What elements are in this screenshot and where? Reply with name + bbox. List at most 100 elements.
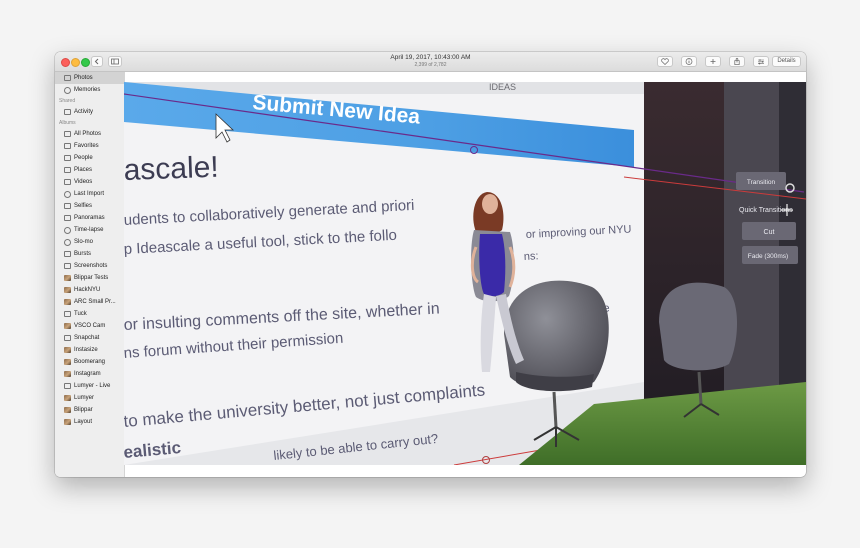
album-thumb-icon bbox=[64, 359, 71, 365]
photo-viewer[interactable]: IDEAS Submit New Idea ascale! udents to … bbox=[124, 82, 806, 465]
sidebar-item-label: Blippar bbox=[74, 407, 93, 413]
sidebar-shared: Activity bbox=[55, 106, 124, 118]
sidebar-item-label: Time-lapse bbox=[74, 227, 104, 233]
info-icon bbox=[685, 58, 693, 65]
ideas-tab-text: IDEAS bbox=[489, 82, 516, 92]
photo-image: IDEAS Submit New Idea ascale! udents to … bbox=[124, 82, 806, 465]
sidebar-item[interactable]: Layout bbox=[55, 416, 124, 428]
fade-option: Fade (300ms) bbox=[748, 253, 788, 260]
sidebar-item[interactable]: VSCO Cam bbox=[55, 320, 124, 332]
sidebar-item[interactable]: Instasize bbox=[55, 344, 124, 356]
heart-icon bbox=[64, 143, 71, 149]
sidebar-item[interactable]: Lumyer bbox=[55, 392, 124, 404]
sidebar-item[interactable]: Blippar bbox=[55, 404, 124, 416]
album-thumb-icon bbox=[64, 299, 71, 305]
burst-icon bbox=[64, 251, 71, 257]
sidebar-shared-header: Shared bbox=[59, 98, 76, 104]
sidebar-item-label: VSCO Cam bbox=[74, 323, 106, 329]
share-button[interactable] bbox=[729, 56, 745, 67]
sidebar-item[interactable]: All Photos bbox=[55, 128, 124, 140]
sidebar-item-label: Slo-mo bbox=[74, 239, 94, 245]
slomo-icon bbox=[64, 238, 71, 246]
sidebar-item[interactable]: Panoramas bbox=[55, 212, 124, 224]
sidebar-item[interactable]: Boomerang bbox=[55, 356, 124, 368]
info-button[interactable] bbox=[681, 56, 697, 67]
cloud-icon bbox=[64, 109, 71, 115]
album-thumb-icon bbox=[64, 371, 71, 377]
sidebar-item[interactable]: Bursts bbox=[55, 248, 124, 260]
sidebar-library: Photos Memories bbox=[55, 72, 124, 96]
sidebar-item-label: Layout bbox=[74, 419, 93, 425]
cut-option: Cut bbox=[764, 229, 775, 236]
favorite-button[interactable] bbox=[657, 56, 673, 67]
sidebar-item[interactable]: Places bbox=[55, 164, 124, 176]
sidebar-item-label: Selfies bbox=[74, 203, 93, 209]
sidebar-item[interactable]: Favorites bbox=[55, 140, 124, 152]
sidebar-item[interactable]: People bbox=[55, 152, 124, 164]
sidebar-item-label: Lumyer bbox=[74, 395, 95, 401]
sidebar-albums: All Photos Favorites People Places Videos Las… bbox=[55, 128, 124, 428]
sidebar-item[interactable]: Videos bbox=[55, 176, 124, 188]
heart-icon bbox=[661, 58, 669, 65]
screenshot-icon bbox=[64, 263, 71, 269]
sidebar-item-label: Favorites bbox=[74, 143, 99, 149]
album-thumb-icon bbox=[64, 347, 71, 353]
sidebar-item[interactable]: Screenshots bbox=[55, 260, 124, 272]
sidebar-item[interactable]: Lumyer - Live bbox=[55, 380, 124, 392]
sidebar-item[interactable]: ARC Small Pr... bbox=[55, 296, 124, 308]
details-button[interactable]: Details bbox=[772, 56, 801, 67]
sidebar-item[interactable]: Instagram bbox=[55, 368, 124, 380]
sidebar-item-label: Instasize bbox=[74, 347, 98, 353]
sidebar-item[interactable]: Memories bbox=[55, 84, 124, 96]
timelapse-icon bbox=[64, 226, 71, 234]
sidebar-item-label: All Photos bbox=[74, 131, 102, 137]
sidebar-item[interactable]: Activity bbox=[55, 106, 124, 118]
album-icon bbox=[64, 335, 71, 341]
sidebar-item[interactable]: Snapchat bbox=[55, 332, 124, 344]
album-icon bbox=[64, 383, 71, 389]
selfie-icon bbox=[64, 203, 71, 209]
sidebar-item-label: Activity bbox=[74, 109, 94, 115]
sidebar-item[interactable]: HackNYU bbox=[55, 284, 124, 296]
album-icon bbox=[64, 131, 71, 137]
memories-icon bbox=[64, 86, 71, 94]
sidebar-item-label: Instagram bbox=[74, 371, 101, 377]
sidebar-item-label: Snapchat bbox=[74, 335, 100, 341]
album-thumb-icon bbox=[64, 419, 71, 425]
sidebar-item-label: Tuck bbox=[74, 311, 87, 317]
add-to-button[interactable] bbox=[705, 56, 721, 67]
plus-icon bbox=[710, 59, 716, 64]
sidebar-item[interactable]: Last Import bbox=[55, 188, 124, 200]
sidebar-item[interactable]: Tuck bbox=[55, 308, 124, 320]
sidebar-item[interactable]: Blippar Tests bbox=[55, 272, 124, 284]
photos-window: April 19, 2017, 10:43:00 AM 2,399 of 2,7… bbox=[55, 52, 806, 477]
sidebar-item-label: ARC Small Pr... bbox=[74, 299, 116, 305]
sidebar-item[interactable]: Time-lapse bbox=[55, 224, 124, 236]
album-thumb-icon bbox=[64, 275, 71, 281]
adjust-icon bbox=[758, 59, 764, 65]
album-icon bbox=[64, 311, 71, 317]
sidebar-item-label: Blippar Tests bbox=[74, 275, 109, 281]
adjust-button[interactable] bbox=[753, 56, 769, 67]
sidebar-item-label: Memories bbox=[74, 87, 101, 93]
person-icon bbox=[64, 155, 71, 161]
title-bar: April 19, 2017, 10:43:00 AM 2,399 of 2,7… bbox=[55, 52, 806, 72]
sidebar-item-label: Screenshots bbox=[74, 263, 108, 269]
album-thumb-icon bbox=[64, 323, 71, 329]
sidebar-albums-header: Albums bbox=[59, 120, 76, 126]
sidebar-item[interactable]: Selfies bbox=[55, 200, 124, 212]
panorama-icon bbox=[64, 215, 71, 221]
transition-label: Transition bbox=[747, 179, 776, 186]
photos-icon bbox=[64, 75, 71, 81]
share-icon bbox=[734, 57, 740, 65]
sidebar-item-label: Last Import bbox=[74, 191, 105, 197]
album-thumb-icon bbox=[64, 395, 71, 401]
sidebar-item-label: Lumyer - Live bbox=[74, 383, 111, 389]
sidebar-item-label: Photos bbox=[74, 75, 93, 81]
sidebar-item[interactable]: Slo-mo bbox=[55, 236, 124, 248]
sidebar-item[interactable]: Photos bbox=[55, 72, 124, 84]
clock-icon bbox=[64, 190, 71, 198]
album-thumb-icon bbox=[64, 287, 71, 293]
sidebar-item-label: Boomerang bbox=[74, 359, 106, 365]
sidebar-item-label: HackNYU bbox=[74, 287, 101, 293]
